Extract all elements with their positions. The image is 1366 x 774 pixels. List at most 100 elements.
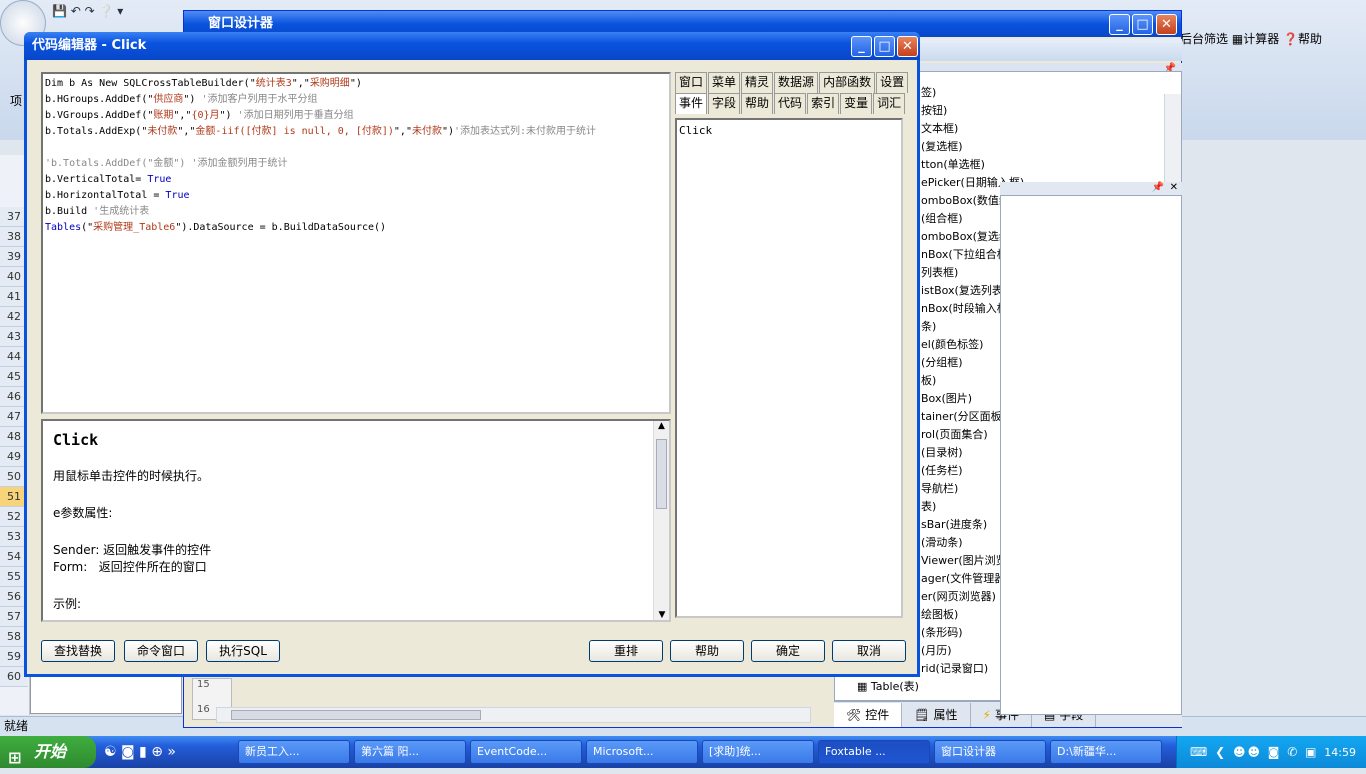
tab-tabrow2-1[interactable]: 字段 [708, 93, 741, 114]
ok-button[interactable]: 确定 [751, 640, 825, 662]
taskbar-task[interactable]: EventCode... [470, 740, 582, 764]
help-button[interactable]: 帮助 [670, 640, 744, 662]
lightning-icon: ⚡ [982, 707, 991, 722]
toolbox-item[interactable]: (目录树) [921, 444, 963, 462]
taskbar-task[interactable]: 第六篇 阳... [354, 740, 466, 764]
taskbar-task[interactable]: [求助]统... [702, 740, 814, 764]
toolbox-item[interactable]: 文本框) [921, 120, 958, 138]
editor-close-button[interactable]: ✕ [897, 36, 918, 57]
toolbox-item-label: Table(表) [870, 680, 919, 693]
toolbox-item[interactable]: (分组框) [921, 354, 963, 372]
cancel-button[interactable]: 取消 [832, 640, 906, 662]
toolbox-item[interactable]: (月历) [921, 642, 952, 660]
command-window-button[interactable]: 命令窗口 [124, 640, 198, 662]
toolbox-item[interactable]: ager(文件管理器) [921, 570, 1010, 588]
code-line[interactable]: b.HorizontalTotal = True [45, 188, 667, 204]
toolbox-item[interactable]: (条形码) [921, 624, 963, 642]
designer-minimize-button[interactable]: _ [1109, 14, 1130, 35]
toolbox-item-label: 列表框) [921, 266, 959, 279]
tab-properties[interactable]: 🗒 属性 [902, 702, 971, 727]
close-icon[interactable]: ✕ [1170, 182, 1178, 193]
toolbox-item[interactable]: rol(页面集合) [921, 426, 988, 444]
designer-close-button[interactable]: ✕ [1156, 14, 1177, 35]
code-line[interactable]: b.HGroups.AddDef("供应商") '添加客户列用于水平分组 [45, 92, 667, 108]
toolbox-item[interactable]: 签) [921, 84, 936, 102]
toolbox-item[interactable]: 条) [921, 318, 936, 336]
tab-tabrow2-5[interactable]: 变量 [840, 93, 873, 114]
tab-tabrow2-3[interactable]: 代码 [774, 93, 807, 114]
tab-tabrow2-0[interactable]: 事件 [675, 93, 708, 114]
toolbox-item[interactable]: rid(记录窗口) [921, 660, 988, 678]
taskbar-task[interactable]: 窗口设计器 [934, 740, 1046, 764]
tray-icons[interactable]: ⌨ ❮ ☻☻ ◙ ✆ ▣ [1190, 745, 1324, 759]
find-replace-button[interactable]: 查找替换 [41, 640, 115, 662]
ribbon-right-items: 后台筛选 ▦计算器 ❓帮助 [1180, 28, 1366, 50]
taskbar-task[interactable]: 新员工入... [238, 740, 350, 764]
quick-access-toolbar[interactable]: 💾 ↶ ↷ ❔ ▾ [52, 4, 162, 22]
tab-tabrow2-2[interactable]: 帮助 [741, 93, 774, 114]
tab-tabrow1-4[interactable]: 内部函数 [819, 72, 876, 93]
ribbon-item-help[interactable]: 帮助 [1298, 32, 1322, 46]
toolbox-item[interactable]: nBox(下拉组合框) [921, 246, 1012, 264]
code-line[interactable]: Tables("采购管理_Table6").DataSource = b.Bui… [45, 220, 667, 236]
toolbox-item[interactable]: sBar(进度条) [921, 516, 987, 534]
pin-icon[interactable]: 📌 [1152, 182, 1164, 193]
ribbon-item-filter[interactable]: 后台筛选 [1180, 32, 1228, 46]
toolbox-item[interactable]: ▦ Table(表) [857, 678, 919, 694]
code-token: ") [349, 78, 362, 89]
toolbox-item[interactable]: er(网页浏览器) [921, 588, 996, 606]
editor-minimize-button[interactable]: _ [851, 36, 872, 57]
toolbox-item[interactable]: 按钮) [921, 102, 947, 120]
scroll-thumb[interactable] [231, 710, 481, 720]
start-button[interactable]: ⊞ 开始 [0, 736, 96, 768]
rearrange-button[interactable]: 重排 [589, 640, 663, 662]
tab-tabrow1-1[interactable]: 菜单 [708, 72, 741, 93]
tab-tabrow1-2[interactable]: 精灵 [741, 72, 774, 93]
code-line[interactable]: b.VerticalTotal= True [45, 172, 667, 188]
tab-tabrow1-3[interactable]: 数据源 [774, 72, 819, 93]
toolbox-item[interactable]: 表) [921, 498, 936, 516]
toolbox-item[interactable]: nBox(时段输入框) [921, 300, 1012, 318]
tab-controls[interactable]: 🛠 控件 [834, 702, 903, 727]
exec-sql-button[interactable]: 执行SQL [206, 640, 280, 662]
toolbox-item[interactable]: 绘图板) [921, 606, 958, 624]
editor-maximize-button[interactable]: □ [874, 36, 895, 57]
code-line[interactable]: 'b.Totals.AddDef("金额") '添加金额列用于统计 [45, 156, 667, 172]
toolbox-item-label: (月历) [921, 644, 952, 657]
designer-horizontal-scrollbar[interactable] [216, 707, 811, 723]
toolbox-item[interactable]: el(颜色标签) [921, 336, 983, 354]
toolbox-item[interactable]: (滑动条) [921, 534, 963, 552]
taskbar-task[interactable]: Foxtable ... [818, 740, 930, 764]
toolbox-item[interactable]: 列表框) [921, 264, 958, 282]
designer-maximize-button[interactable]: □ [1132, 14, 1153, 35]
taskbar-task[interactable]: D:\新疆华... [1050, 740, 1162, 764]
editor-title-bar[interactable]: 代码编辑器 - Click [24, 32, 920, 60]
scroll-down-icon[interactable]: ▼ [654, 610, 670, 620]
code-line[interactable]: Dim b As New SQLCrossTableBuilder("统计表3"… [45, 76, 667, 92]
tab-tabrow1-0[interactable]: 窗口 [675, 72, 708, 93]
toolbox-item[interactable]: (组合框) [921, 210, 963, 228]
event-item-click[interactable]: Click [679, 124, 899, 137]
scroll-up-icon[interactable]: ▲ [654, 421, 669, 431]
scroll-thumb[interactable] [656, 439, 667, 509]
help-scrollbar[interactable]: ▲ ▼ [653, 421, 669, 620]
tab-tabrow2-4[interactable]: 索引 [807, 93, 840, 114]
ribbon-item-calculator[interactable]: 计算器 [1243, 32, 1279, 46]
code-line[interactable]: b.VGroups.AddDef("账期","{0}月") '添加日期列用于垂直… [45, 108, 667, 124]
quick-launch[interactable]: ☯ ◙ ▮ ⊕ » [104, 740, 234, 764]
tab-tabrow1-5[interactable]: 设置 [876, 72, 909, 93]
toolbox-item[interactable]: (复选框) [921, 138, 963, 156]
toolbox-item[interactable]: tton(单选框) [921, 156, 985, 174]
tab-tabrow2-6[interactable]: 词汇 [873, 93, 906, 114]
toolbox-item[interactable]: (任务栏) [921, 462, 963, 480]
code-line[interactable]: b.Build '生成统计表 [45, 204, 667, 220]
event-list[interactable]: Click [675, 118, 903, 618]
toolbox-item[interactable]: 导航栏) [921, 480, 958, 498]
taskbar-task[interactable]: Microsoft... [586, 740, 698, 764]
code-text-area[interactable]: Dim b As New SQLCrossTableBuilder("统计表3"… [41, 72, 671, 414]
code-line[interactable] [45, 140, 667, 156]
code-line[interactable]: b.Totals.AddExp("未付款","金额-iif([付款] is nu… [45, 124, 667, 140]
toolbox-item[interactable]: Box(图片) [921, 390, 972, 408]
toolbox-item[interactable]: tainer(分区面板) [921, 408, 1006, 426]
toolbox-item[interactable]: 板) [921, 372, 936, 390]
